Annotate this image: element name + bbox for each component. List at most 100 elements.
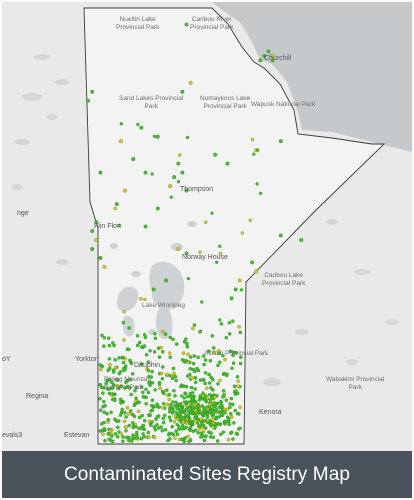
site-marker-green[interactable] [225, 373, 229, 378]
site-marker-yellow[interactable] [237, 278, 242, 283]
site-marker-green[interactable] [235, 375, 240, 379]
site-marker-yellow[interactable] [218, 378, 222, 383]
site-marker-green[interactable] [171, 409, 175, 414]
site-marker-green[interactable] [129, 392, 133, 397]
site-marker-green[interactable] [144, 353, 149, 357]
site-marker-green[interactable] [218, 318, 222, 322]
site-marker-green[interactable] [234, 431, 239, 436]
site-marker-green[interactable] [221, 389, 226, 393]
site-marker-yellow[interactable] [161, 406, 165, 410]
site-marker-green[interactable] [172, 175, 177, 180]
site-marker-green[interactable] [225, 161, 230, 166]
site-marker-green[interactable] [207, 393, 212, 397]
site-marker-green[interactable] [169, 195, 173, 199]
site-marker-green[interactable] [153, 336, 158, 341]
site-marker-green[interactable] [187, 418, 192, 422]
site-marker-green[interactable] [187, 405, 192, 409]
site-marker-green[interactable] [197, 407, 201, 411]
site-marker-green[interactable] [202, 419, 207, 423]
site-marker-green[interactable] [202, 438, 207, 442]
site-marker-yellow[interactable] [186, 434, 190, 439]
site-marker-green[interactable] [193, 380, 198, 385]
site-marker-green[interactable] [299, 238, 304, 242]
site-marker-yellow[interactable] [230, 415, 234, 419]
site-marker-green[interactable] [202, 362, 206, 367]
site-marker-green[interactable] [123, 367, 128, 371]
site-marker-green[interactable] [185, 341, 189, 346]
site-marker-green[interactable] [214, 260, 219, 264]
site-marker-green[interactable] [119, 401, 123, 405]
site-marker-green[interactable] [208, 358, 213, 363]
site-marker-green[interactable] [188, 421, 192, 425]
site-marker-green[interactable] [210, 409, 215, 413]
site-marker-green[interactable] [200, 412, 204, 416]
site-marker-yellow[interactable] [152, 435, 157, 440]
site-marker-yellow[interactable] [205, 386, 209, 391]
site-marker-yellow[interactable] [143, 297, 147, 302]
site-marker-yellow[interactable] [236, 384, 240, 388]
site-marker-green[interactable] [219, 399, 223, 404]
site-marker-green[interactable] [113, 358, 117, 362]
site-marker-green[interactable] [107, 343, 112, 348]
site-marker-green[interactable] [127, 347, 131, 352]
site-marker-green[interactable] [228, 402, 232, 406]
site-marker-green[interactable] [160, 428, 165, 433]
site-marker-green[interactable] [106, 431, 111, 436]
site-marker-green[interactable] [135, 430, 139, 435]
site-marker-green[interactable] [239, 288, 244, 292]
site-marker-green[interactable] [235, 391, 240, 396]
site-marker-green[interactable] [198, 330, 202, 334]
site-marker-green[interactable] [175, 422, 179, 427]
site-marker-green[interactable] [176, 180, 181, 184]
site-marker-green[interactable] [238, 330, 243, 335]
site-marker-green[interactable] [184, 400, 188, 404]
site-marker-green[interactable] [191, 361, 196, 366]
site-marker-green[interactable] [107, 437, 112, 441]
site-marker-green[interactable] [213, 152, 218, 157]
site-marker-green[interactable] [224, 398, 229, 402]
site-marker-green[interactable] [163, 332, 168, 336]
site-marker-yellow[interactable] [181, 420, 185, 424]
site-marker-green[interactable] [143, 335, 148, 340]
site-marker-green[interactable] [135, 334, 140, 338]
site-marker-green[interactable] [222, 392, 226, 397]
site-marker-yellow[interactable] [205, 418, 210, 423]
site-marker-green[interactable] [211, 404, 216, 409]
site-marker-green[interactable] [165, 388, 169, 392]
site-marker-green[interactable] [168, 335, 173, 340]
site-marker-yellow[interactable] [172, 420, 177, 424]
site-marker-green[interactable] [167, 410, 172, 414]
site-marker-yellow[interactable] [127, 412, 131, 416]
site-marker-green[interactable] [192, 354, 197, 358]
site-marker-green[interactable] [238, 426, 242, 431]
site-marker-yellow[interactable] [167, 397, 171, 402]
site-marker-green[interactable] [210, 211, 214, 215]
site-marker-green[interactable] [193, 416, 197, 420]
site-marker-green[interactable] [120, 407, 124, 412]
site-marker-yellow[interactable] [240, 231, 245, 235]
site-marker-yellow[interactable] [165, 402, 170, 407]
site-marker-green[interactable] [135, 436, 139, 440]
site-marker-green[interactable] [99, 385, 104, 390]
site-marker-green[interactable] [103, 438, 107, 443]
site-marker-green[interactable] [215, 415, 219, 419]
site-marker-green[interactable] [205, 405, 209, 409]
site-marker-green[interactable] [119, 397, 123, 402]
site-marker-green[interactable] [185, 135, 190, 140]
site-marker-green[interactable] [183, 436, 187, 440]
site-marker-green[interactable] [233, 287, 238, 292]
site-marker-yellow[interactable] [222, 407, 227, 411]
site-marker-green[interactable] [228, 405, 232, 410]
site-marker-yellow[interactable] [147, 419, 152, 424]
site-marker-green[interactable] [189, 425, 193, 429]
site-marker-green[interactable] [144, 402, 148, 406]
site-marker-green[interactable] [218, 244, 222, 248]
site-marker-green[interactable] [149, 403, 154, 408]
site-marker-green[interactable] [117, 356, 121, 360]
site-marker-green[interactable] [266, 49, 271, 54]
site-marker-green[interactable] [208, 435, 213, 439]
site-marker-yellow[interactable] [193, 409, 197, 413]
site-marker-green[interactable] [159, 425, 163, 429]
site-marker-yellow[interactable] [159, 371, 164, 376]
site-marker-green[interactable] [168, 418, 173, 423]
